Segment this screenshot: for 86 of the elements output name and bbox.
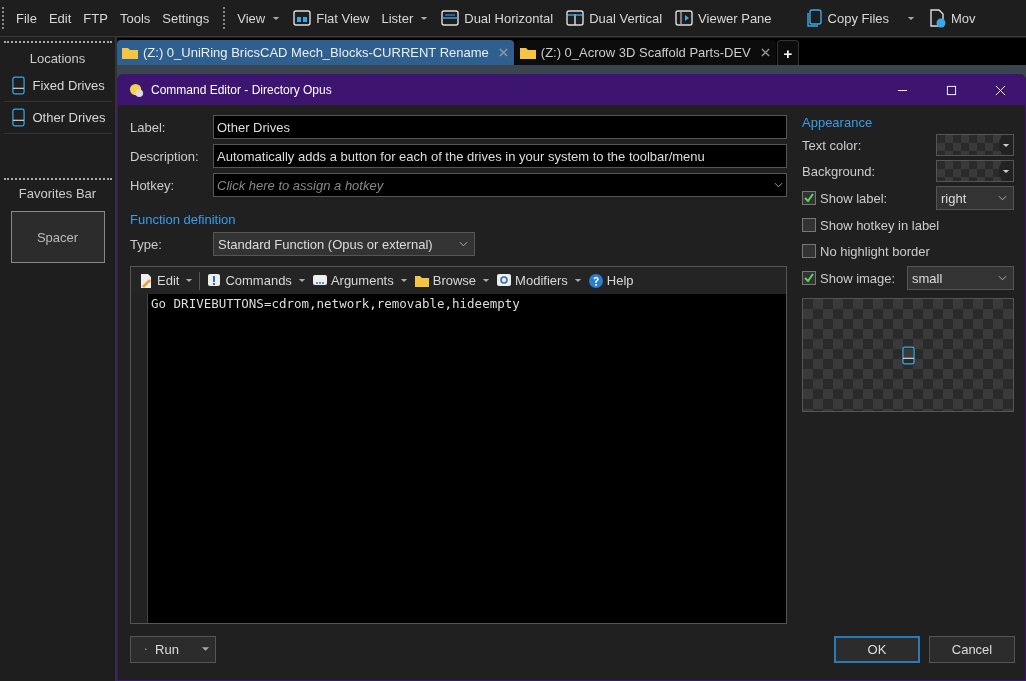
dropdown[interactable]: right [936,186,1014,210]
editor-tool-icon [138,272,154,289]
drive-icon [11,108,25,127]
dialog-button[interactable]: OK [834,635,920,663]
chevron-icon [998,195,1007,201]
editor-tool-icon [587,272,604,289]
editor-menu-button[interactable]: Arguments [308,272,411,289]
dropdown[interactable]: small [907,266,1014,290]
code-editor[interactable]: Go DRIVEBUTTONS=cdrom,network,removable,hideempty [148,294,786,623]
chevron-icon [459,241,468,247]
field-label: Hotkey: [130,177,176,193]
editor-menu-button[interactable]: Commands [203,272,309,289]
menu-item[interactable]: Edit [42,10,78,26]
app-icon [129,82,144,98]
checkbox[interactable]: Show label: [802,190,888,206]
menu-item[interactable]: Settings [156,10,216,26]
toolbar-button[interactable]: Dual Horizontal [434,4,560,32]
field-label: Text color: [802,137,862,153]
menu-item[interactable]: FTP [77,10,114,26]
text-field[interactable]: Other Drives [213,115,787,139]
caret-icon [420,15,429,21]
caret-icon [399,278,408,283]
text-field[interactable]: Automatically adds a button for each of the drives in your system to the toolbar/menu [213,144,787,168]
run-button[interactable]: Run [130,635,216,663]
caret-icon [185,278,194,283]
toolbar-icon [927,8,947,28]
caret-icon [272,15,281,21]
close-icon[interactable] [760,48,770,57]
menu-item[interactable]: Tools [113,10,157,26]
color-picker[interactable] [936,160,1014,182]
dialog-button[interactable]: Cancel [929,635,1015,663]
new-tab-button[interactable]: + [776,40,799,65]
toolbar-icon [565,8,586,28]
folder-tab[interactable]: (Z:) 0_UniRing BricsCAD Mech_Blocks-CURRENT Rename [117,40,514,65]
chevron-icon [998,275,1007,281]
code-line: Go DRIVEBUTTONS=cdrom,network,removable,hideempty [151,296,520,311]
checkbox[interactable]: Show hotkey in label [802,217,940,233]
field-label: Type: [130,236,163,252]
toolbar-button[interactable]: Copy Files [797,4,921,32]
sidebar-item[interactable]: Other Drives [3,102,112,134]
hotkey-field[interactable]: Click here to assign a hotkey [213,173,787,197]
check-icon [803,192,815,204]
spacer-button[interactable]: Spacer [10,211,105,263]
field-label: Label: [130,119,167,135]
sidebar-item[interactable]: Fixed Drives [3,70,112,102]
menu-item[interactable]: File [10,10,43,26]
field-label: Description: [130,148,200,164]
checkbox[interactable]: No highlight border [802,243,930,259]
drive-icon [901,345,915,365]
toolbar-button[interactable]: Lister [375,4,435,32]
folder-tab[interactable]: (Z:) 0_Acrow 3D Scaffold Parts-DEV [514,40,776,65]
caret-icon [297,278,306,283]
toolbar-button[interactable]: Dual Vertical [559,4,669,32]
editor-tool-icon [206,272,223,289]
folder-icon [121,45,139,60]
editor-menu-button[interactable]: Browse [410,272,494,289]
toolbar-button[interactable]: Mov [921,4,982,32]
caret-icon [907,15,915,21]
editor-menu-button[interactable]: Edit [135,272,197,289]
color-picker[interactable] [936,134,1014,156]
editor-menu-button[interactable]: Help [584,272,637,289]
chevron-icon [774,182,783,188]
editor-menu-button[interactable]: Modifiers [493,272,585,289]
section-title: Favorites Bar [18,186,97,201]
window-title: Command Editor - Directory Opus [151,83,332,97]
toolbar-icon [674,8,695,28]
check-icon [803,272,815,284]
section-title: Locations [29,51,86,66]
type-dropdown[interactable]: Standard Function (Opus or external) [213,232,475,256]
section-heading: Appearance [802,115,874,130]
caret-icon [482,278,491,283]
checkbox[interactable]: Show image: [802,270,896,286]
caret-icon [1002,168,1010,174]
folder-icon [518,45,537,60]
toolbar-icon [440,8,461,28]
drive-icon [11,76,25,95]
toolbar-button[interactable]: View [231,4,287,32]
toolbar-button[interactable]: Viewer Pane [668,4,778,32]
toolbar-button[interactable]: Flat View [286,4,376,32]
section-heading: Function definition [130,212,237,227]
caret-icon [573,278,582,283]
editor-tool-icon [496,272,513,289]
field-label: Background: [802,163,875,179]
toolbar-icon [292,8,313,28]
caret-icon [201,646,210,652]
caret-icon [1002,142,1010,148]
